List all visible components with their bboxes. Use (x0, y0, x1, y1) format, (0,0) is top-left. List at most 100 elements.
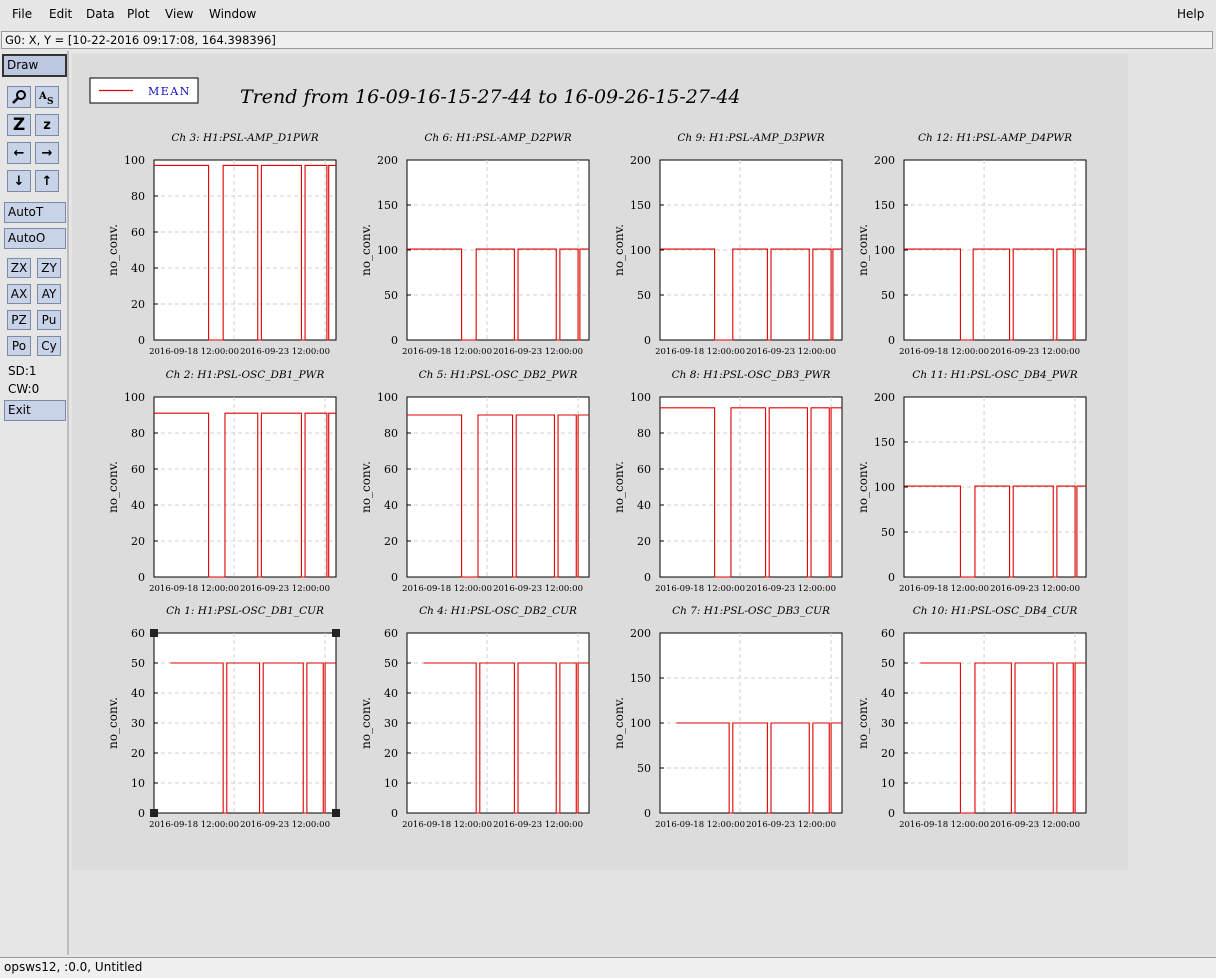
y-tick-label: 50 (881, 289, 895, 302)
y-tick-label: 100 (630, 391, 651, 404)
y-tick-label: 20 (384, 747, 398, 760)
chart[interactable]: Ch 3: H1:PSL-AMP_D1PWR 0 20 40 60 80 100 2016-0… (106, 132, 337, 357)
ax-button[interactable]: AX (7, 284, 31, 304)
y-axis-label: no_conv. (106, 461, 120, 513)
arrow-right-icon[interactable]: → (35, 142, 59, 164)
menu-edit[interactable]: Edit (49, 7, 72, 21)
y-tick-label: 30 (384, 717, 398, 730)
x-tick-label: 2016-09-23 12:00:00 (493, 347, 583, 357)
menu-file[interactable]: File (12, 7, 32, 21)
chart[interactable]: Ch 2: H1:PSL-OSC_DB1_PWR 0 20 40 60 80 100 2016… (106, 369, 337, 594)
x-tick-label: 2016-09-23 12:00:00 (493, 584, 583, 594)
y-tick-label: 0 (391, 334, 398, 347)
y-tick-label: 50 (881, 526, 895, 539)
plot-canvas: MEAN Trend from 16-09-16-15-27-44 to 16-… (72, 54, 1128, 870)
chart[interactable]: Ch 12: H1:PSL-AMP_D4PWR 0 50 100 150 200 2016-… (856, 132, 1087, 357)
zoom-z-small-icon[interactable]: z (35, 114, 59, 136)
y-tick-label: 150 (874, 199, 895, 212)
y-tick-label: 60 (384, 463, 398, 476)
menu-view[interactable]: View (165, 7, 193, 21)
plot-box (406, 396, 590, 578)
ay-button[interactable]: AY (37, 284, 61, 304)
x-tick-label: 2016-09-18 12:00:00 (655, 584, 745, 594)
y-tick-label: 0 (644, 571, 651, 584)
figure-svg[interactable]: MEAN Trend from 16-09-16-15-27-44 to 16-… (72, 54, 1128, 870)
chart-title: Ch 11: H1:PSL-OSC_DB4_PWR (912, 369, 1078, 381)
pz-button[interactable]: PZ (7, 310, 31, 330)
y-tick-label: 0 (644, 334, 651, 347)
y-tick-label: 100 (874, 481, 895, 494)
y-tick-label: 30 (131, 717, 145, 730)
chart[interactable]: Ch 10: H1:PSL-OSC_DB4_CUR 0 10 20 30 40 50 60 20… (856, 605, 1087, 830)
exit-button[interactable]: Exit (4, 400, 66, 421)
y-tick-label: 200 (630, 154, 651, 167)
text-icon[interactable]: AS (35, 86, 59, 108)
chart[interactable]: Ch 8: H1:PSL-OSC_DB3_PWR 0 20 40 60 80 100 2016… (612, 369, 843, 594)
y-tick-label: 40 (384, 499, 398, 512)
sd-label: SD:1 (8, 364, 37, 378)
zy-button[interactable]: ZY (37, 258, 61, 278)
chart[interactable]: Ch 5: H1:PSL-OSC_DB2_PWR 0 20 40 60 80 100 2016… (359, 369, 590, 594)
y-tick-label: 150 (377, 199, 398, 212)
y-tick-label: 0 (138, 807, 145, 820)
y-tick-label: 0 (138, 571, 145, 584)
y-tick-label: 0 (644, 807, 651, 820)
plot-box (659, 396, 843, 578)
chart[interactable]: Ch 11: H1:PSL-OSC_DB4_PWR 0 50 100 150 200 201… (856, 369, 1087, 594)
pu-button[interactable]: Pu (37, 310, 61, 330)
chart[interactable]: Ch 9: H1:PSL-AMP_D3PWR 0 50 100 150 200 2016-0… (612, 132, 843, 357)
y-tick-label: 20 (637, 535, 651, 548)
y-tick-label: 10 (384, 777, 398, 790)
y-tick-label: 60 (131, 627, 145, 640)
menu-window[interactable]: Window (209, 7, 256, 21)
y-tick-label: 20 (131, 298, 145, 311)
autot-button[interactable]: AutoT (4, 202, 66, 223)
y-tick-label: 40 (637, 499, 651, 512)
y-tick-label: 50 (637, 762, 651, 775)
x-tick-label: 2016-09-23 12:00:00 (240, 347, 330, 357)
chart[interactable]: Ch 4: H1:PSL-OSC_DB2_CUR 0 10 20 30 40 50 60 201… (359, 605, 590, 830)
y-tick-label: 50 (131, 657, 145, 670)
plot-box (153, 159, 337, 341)
chart[interactable]: Ch 7: H1:PSL-OSC_DB3_CUR 0 50 100 150 200 2016… (612, 605, 843, 830)
menu-plot[interactable]: Plot (127, 7, 150, 21)
autoo-button[interactable]: AutoO (4, 228, 66, 249)
y-axis-label: no_conv. (856, 697, 870, 749)
chart[interactable]: Ch 1: H1:PSL-OSC_DB1_CUR 0 10 20 30 40 50 60 201… (106, 605, 340, 830)
y-axis-label: no_conv. (106, 697, 120, 749)
selection-handle (332, 629, 340, 637)
y-tick-label: 100 (124, 391, 145, 404)
zoom-z-large-icon[interactable]: Z (7, 114, 31, 136)
svg-text:A: A (38, 91, 47, 102)
x-tick-label: 2016-09-18 12:00:00 (149, 820, 239, 830)
menu-help[interactable]: Help (1177, 7, 1204, 21)
y-tick-label: 150 (630, 199, 651, 212)
y-tick-label: 100 (874, 244, 895, 257)
po-button[interactable]: Po (7, 336, 31, 356)
y-tick-label: 50 (384, 657, 398, 670)
y-tick-label: 40 (384, 687, 398, 700)
cy-button[interactable]: Cy (37, 336, 61, 356)
x-tick-label: 2016-09-18 12:00:00 (402, 820, 492, 830)
chart-title: Ch 5: H1:PSL-OSC_DB2_PWR (419, 369, 578, 381)
x-tick-label: 2016-09-18 12:00:00 (899, 347, 989, 357)
x-tick-label: 2016-09-18 12:00:00 (655, 347, 745, 357)
x-tick-label: 2016-09-18 12:00:00 (899, 584, 989, 594)
y-tick-label: 0 (888, 807, 895, 820)
y-tick-label: 60 (131, 463, 145, 476)
y-tick-label: 0 (391, 571, 398, 584)
draw-button[interactable]: Draw (2, 54, 67, 77)
menu-data[interactable]: Data (86, 7, 115, 21)
arrow-up-icon[interactable]: ↑ (35, 170, 59, 192)
chart[interactable]: Ch 6: H1:PSL-AMP_D2PWR 0 50 100 150 200 2016-0… (359, 132, 590, 357)
chart-title: Ch 12: H1:PSL-AMP_D4PWR (918, 132, 1072, 144)
svg-text:S: S (47, 97, 54, 105)
arrow-left-icon[interactable]: ← (7, 142, 31, 164)
x-tick-label: 2016-09-23 12:00:00 (990, 347, 1080, 357)
magnifier-icon[interactable] (7, 86, 31, 108)
selection-handle (332, 809, 340, 817)
y-tick-label: 80 (131, 190, 145, 203)
zx-button[interactable]: ZX (7, 258, 31, 278)
x-tick-label: 2016-09-18 12:00:00 (655, 820, 745, 830)
arrow-down-icon[interactable]: ↓ (7, 170, 31, 192)
